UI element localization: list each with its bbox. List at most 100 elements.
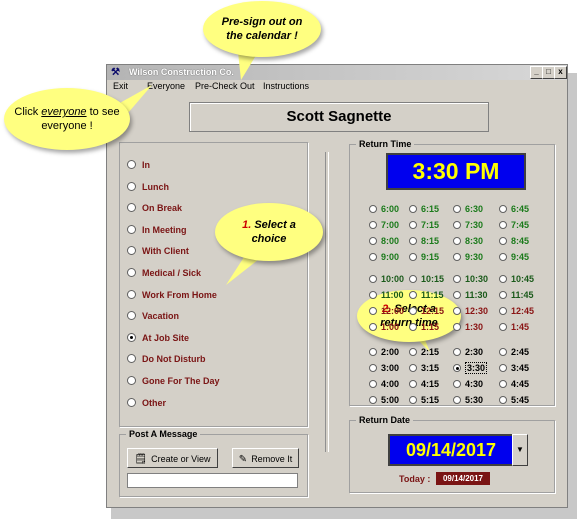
time-slot[interactable]: 9:30 [453, 251, 483, 264]
time-slot-label: 10:15 [421, 274, 445, 284]
time-slot[interactable]: 12:00 [369, 305, 404, 318]
time-slot[interactable]: 5:00 [369, 394, 399, 407]
radio-icon [453, 348, 461, 356]
radio-icon [409, 348, 417, 356]
time-slot[interactable]: 12:15 [409, 305, 444, 318]
time-slot-label: 12:30 [465, 306, 489, 316]
callout-everyone-pre: Click [14, 106, 39, 118]
time-slot[interactable]: 6:00 [369, 203, 399, 216]
time-slot[interactable]: 7:00 [369, 219, 399, 232]
radio-icon [499, 275, 507, 283]
time-slot[interactable]: 6:45 [499, 203, 529, 216]
time-slot-label: 11:45 [511, 290, 534, 300]
radio-icon [409, 307, 417, 315]
time-slot[interactable]: 1:00 [369, 321, 399, 334]
radio-icon [409, 237, 417, 245]
radio-icon [499, 205, 507, 213]
radio-icon [369, 253, 377, 261]
radio-icon [453, 380, 461, 388]
time-slot[interactable]: 8:45 [499, 235, 529, 248]
time-slot[interactable]: 11:00 [369, 289, 404, 302]
time-slot[interactable]: 6:15 [409, 203, 439, 216]
radio-icon [453, 221, 461, 229]
radio-icon [409, 291, 417, 299]
time-slot[interactable]: 8:00 [369, 235, 399, 248]
time-slot[interactable]: 2:15 [409, 346, 439, 359]
time-slot-label: 1:00 [381, 322, 400, 332]
time-slot[interactable]: 2:45 [499, 346, 529, 359]
time-slot-label: 4:30 [465, 379, 484, 389]
time-slot[interactable]: 4:00 [369, 378, 399, 391]
time-slot[interactable]: 3:00 [369, 362, 399, 375]
time-slot-label: 1:15 [421, 322, 440, 332]
time-slot[interactable]: 7:30 [453, 219, 483, 232]
time-slot-label: 6:45 [511, 204, 530, 214]
time-slot[interactable]: 9:45 [499, 251, 529, 264]
time-slot[interactable]: 7:15 [409, 219, 439, 232]
radio-icon [499, 323, 507, 331]
time-slot[interactable]: 5:45 [499, 394, 529, 407]
time-slot-label: 12:45 [511, 306, 535, 316]
time-slot[interactable]: 10:30 [453, 273, 488, 286]
time-slot[interactable]: 11:45 [499, 289, 534, 302]
radio-icon [453, 396, 461, 404]
radio-icon [409, 205, 417, 213]
radio-icon [409, 396, 417, 404]
time-slot[interactable]: 5:15 [409, 394, 439, 407]
time-slot-label: 4:00 [381, 379, 400, 389]
radio-icon [369, 380, 377, 388]
time-slot[interactable]: 2:30 [453, 346, 483, 359]
time-slot[interactable]: 9:15 [409, 251, 439, 264]
time-slot[interactable]: 3:30 [453, 362, 488, 375]
time-slot[interactable]: 3:45 [499, 362, 529, 375]
radio-icon [453, 323, 461, 331]
time-slot-label: 3:45 [511, 363, 530, 373]
time-slot-label: 9:30 [465, 252, 484, 262]
time-slot[interactable]: 4:15 [409, 378, 439, 391]
radio-icon [499, 364, 507, 372]
radio-icon [369, 307, 377, 315]
time-slot-label: 2:30 [465, 347, 484, 357]
time-slot[interactable]: 7:45 [499, 219, 529, 232]
time-slot-label: 3:30 [465, 362, 488, 374]
time-slot-label: 7:00 [381, 220, 400, 230]
time-slot-label: 11:00 [381, 290, 404, 300]
radio-icon [453, 253, 461, 261]
radio-icon [499, 307, 507, 315]
time-slot-label: 3:00 [381, 363, 400, 373]
time-slot-label: 1:45 [511, 322, 530, 332]
time-slot[interactable]: 10:15 [409, 273, 444, 286]
time-slot[interactable]: 10:00 [369, 273, 404, 286]
radio-icon [409, 364, 417, 372]
time-slot-label: 2:00 [381, 347, 400, 357]
time-slot[interactable]: 8:15 [409, 235, 439, 248]
time-slot[interactable]: 12:45 [499, 305, 534, 318]
time-slot-label: 7:45 [511, 220, 530, 230]
radio-icon [499, 380, 507, 388]
time-slot[interactable]: 6:30 [453, 203, 483, 216]
radio-icon [409, 221, 417, 229]
time-slot[interactable]: 9:00 [369, 251, 399, 264]
time-slot[interactable]: 11:30 [453, 289, 488, 302]
time-slot[interactable]: 4:45 [499, 378, 529, 391]
time-slot[interactable]: 5:30 [453, 394, 483, 407]
radio-icon [369, 323, 377, 331]
radio-icon [369, 396, 377, 404]
radio-selected-icon [453, 364, 461, 372]
time-slot[interactable]: 1:45 [499, 321, 529, 334]
time-slot-label: 9:00 [381, 252, 400, 262]
time-slot[interactable]: 1:30 [453, 321, 483, 334]
time-slot[interactable]: 1:15 [409, 321, 439, 334]
time-slot[interactable]: 12:30 [453, 305, 488, 318]
time-slot[interactable]: 3:15 [409, 362, 439, 375]
time-slot-label: 9:15 [421, 252, 440, 262]
time-slot-label: 3:15 [421, 363, 440, 373]
time-slot[interactable]: 2:00 [369, 346, 399, 359]
callout-select-choice: 1. Select a choice [215, 203, 323, 261]
radio-icon [453, 275, 461, 283]
time-slot[interactable]: 11:15 [409, 289, 444, 302]
time-slot[interactable]: 10:45 [499, 273, 534, 286]
time-slot[interactable]: 8:30 [453, 235, 483, 248]
time-slot[interactable]: 4:30 [453, 378, 483, 391]
radio-icon [369, 205, 377, 213]
